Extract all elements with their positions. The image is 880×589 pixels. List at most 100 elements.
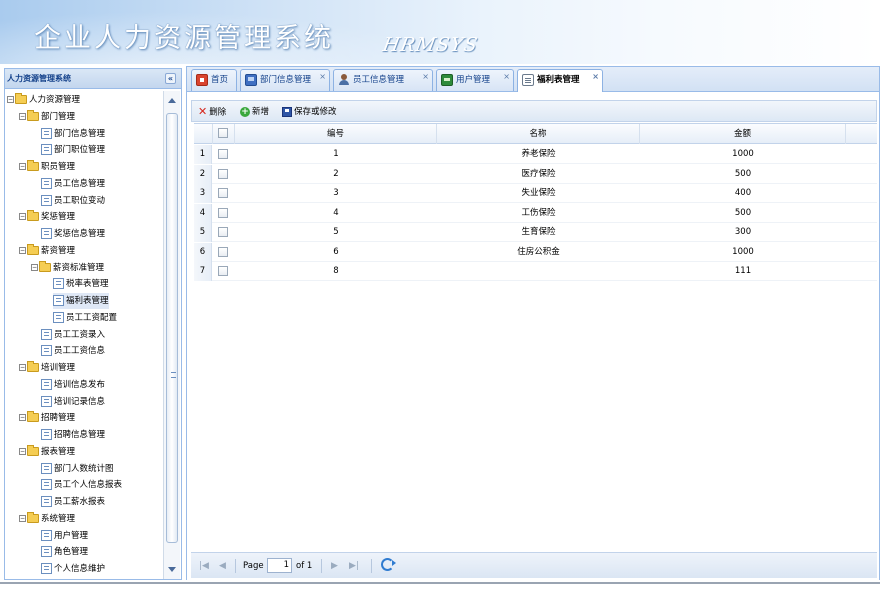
cell-id[interactable]: 8 <box>235 262 437 281</box>
tree-node[interactable]: 员工工资信息 <box>41 343 105 359</box>
table-row[interactable]: 5 5 生育保险 300 <box>194 223 877 242</box>
tree-node[interactable]: − 报表管理 <box>19 444 75 460</box>
close-tab-icon[interactable]: × <box>592 71 599 83</box>
tree-node[interactable]: − 奖惩管理 <box>19 209 75 225</box>
collapse-toggle-icon[interactable]: − <box>19 364 26 371</box>
select-all-checkbox[interactable] <box>218 128 228 138</box>
page-number-input[interactable]: 1 <box>267 558 292 573</box>
tree-node[interactable]: − 系统管理 <box>19 511 75 527</box>
tree-node[interactable]: 培训记录信息 <box>41 394 105 410</box>
tree-node[interactable]: 个人信息维护 <box>41 561 105 577</box>
cell-id[interactable]: 1 <box>235 145 437 164</box>
tree-node[interactable]: 角色管理 <box>41 544 88 560</box>
close-tab-icon[interactable]: × <box>422 71 429 83</box>
scrollbar-thumb[interactable] <box>166 113 178 543</box>
row-checkbox[interactable] <box>218 207 228 218</box>
tree-node[interactable]: 培训信息发布 <box>41 377 105 393</box>
next-page-icon[interactable]: ▶ <box>331 561 338 571</box>
tree-node[interactable]: − 培训管理 <box>19 360 75 376</box>
cell-amount[interactable]: 1000 <box>640 145 846 164</box>
collapse-toggle-icon[interactable]: − <box>31 263 38 271</box>
tree-node[interactable]: 部门人数统计图 <box>41 461 114 477</box>
tree-node[interactable]: 员工工资配置 <box>53 310 117 326</box>
tree-node[interactable]: 员工薪水报表 <box>41 494 105 510</box>
collapse-toggle-icon[interactable]: − <box>19 514 26 522</box>
tree-node[interactable]: 用户管理 <box>41 528 88 544</box>
collapse-toggle-icon[interactable]: − <box>19 112 26 120</box>
tree-node[interactable]: 福利表管理 <box>53 293 109 309</box>
cell-name[interactable]: 住房公积金 <box>437 243 640 262</box>
cell-name[interactable]: 失业保险 <box>437 184 640 203</box>
collapse-panel-button[interactable]: « <box>165 73 176 84</box>
row-checkbox[interactable] <box>218 149 228 159</box>
scroll-up-icon[interactable] <box>168 98 176 103</box>
cell-id[interactable]: 6 <box>235 243 437 262</box>
tree-node[interactable]: 员工信息管理 <box>41 176 105 192</box>
column-header-id[interactable]: 编号 <box>235 124 437 144</box>
collapse-toggle-icon[interactable]: − <box>19 246 26 254</box>
close-tab-icon[interactable]: × <box>319 71 326 83</box>
tab-page-1[interactable]: 部门信息管理 × <box>240 69 330 91</box>
row-checkbox[interactable] <box>218 246 228 257</box>
collapse-toggle-icon[interactable]: − <box>19 414 26 422</box>
tree-node[interactable]: 员工个人信息报表 <box>41 477 122 493</box>
tree-node[interactable]: − 职员管理 <box>19 159 75 175</box>
cell-name[interactable] <box>437 262 640 281</box>
column-header-name[interactable]: 名称 <box>437 124 640 144</box>
collapse-toggle-icon[interactable]: − <box>19 447 26 455</box>
cell-amount[interactable]: 1000 <box>640 243 846 262</box>
row-checkbox[interactable] <box>218 266 228 276</box>
tab-page-2[interactable]: 员工信息管理 × <box>333 69 433 91</box>
table-row[interactable]: 3 3 失业保险 400 <box>194 184 877 203</box>
scroll-down-icon[interactable] <box>168 567 176 572</box>
cell-name[interactable]: 医疗保险 <box>437 165 640 184</box>
first-page-icon[interactable]: |◀ <box>199 561 209 571</box>
row-checkbox[interactable] <box>218 227 228 237</box>
tab-home[interactable]: 首页 <box>191 69 237 91</box>
table-row[interactable]: 7 8 111 <box>194 262 877 281</box>
cell-amount[interactable]: 300 <box>640 223 846 242</box>
cell-name[interactable]: 养老保险 <box>437 145 640 164</box>
tree-node[interactable]: − 人力资源管理 <box>7 92 80 108</box>
add-button[interactable]: + 新增 <box>240 104 269 120</box>
table-row[interactable]: 6 6 住房公积金 1000 <box>194 242 877 262</box>
row-checkbox[interactable] <box>218 188 228 198</box>
cell-name[interactable]: 生育保险 <box>437 223 640 242</box>
delete-button[interactable]: ✕ 删除 <box>198 104 226 120</box>
cell-amount[interactable]: 500 <box>640 165 846 184</box>
table-row[interactable]: 2 2 医疗保险 500 <box>194 164 877 184</box>
tree-node[interactable]: 部门职位管理 <box>41 142 105 158</box>
collapse-toggle-icon[interactable]: − <box>7 96 14 103</box>
previous-page-icon[interactable]: ◀ <box>219 561 226 571</box>
tab-page-4[interactable]: 福利表管理 × <box>517 69 603 93</box>
tree-scrollbar[interactable] <box>163 91 180 579</box>
tab-page-3[interactable]: 用户管理 × <box>436 69 514 91</box>
tree-node[interactable]: 部门信息管理 <box>41 126 105 142</box>
tree-node[interactable]: − 部门管理 <box>19 109 75 125</box>
table-row[interactable]: 4 4 工伤保险 500 <box>194 203 877 223</box>
last-page-icon[interactable]: ▶| <box>349 561 359 571</box>
cell-name[interactable]: 工伤保险 <box>437 204 640 223</box>
tree-node[interactable]: 招聘信息管理 <box>41 427 105 443</box>
column-header-amount[interactable]: 金额 <box>640 124 846 144</box>
tree-node[interactable]: 员工职位变动 <box>41 193 105 209</box>
row-checkbox[interactable] <box>218 168 228 179</box>
table-row[interactable]: 1 1 养老保险 1000 <box>194 145 877 164</box>
cell-amount[interactable]: 111 <box>640 262 846 281</box>
cell-amount[interactable]: 400 <box>640 184 846 203</box>
tree-node[interactable]: 奖惩信息管理 <box>41 226 105 242</box>
tree-node[interactable]: − 薪资标准管理 <box>31 260 104 276</box>
cell-amount[interactable]: 500 <box>640 204 846 223</box>
tree-node[interactable]: − 招聘管理 <box>19 410 75 426</box>
tree-node[interactable]: − 薪资管理 <box>19 243 75 259</box>
cell-id[interactable]: 3 <box>235 184 437 203</box>
refresh-icon[interactable] <box>381 558 396 571</box>
tree-node[interactable]: 税率表管理 <box>53 276 109 292</box>
cell-id[interactable]: 5 <box>235 223 437 242</box>
cell-id[interactable]: 4 <box>235 204 437 223</box>
collapse-toggle-icon[interactable]: − <box>19 213 26 221</box>
collapse-toggle-icon[interactable]: − <box>19 163 26 170</box>
cell-id[interactable]: 2 <box>235 165 437 184</box>
save-button[interactable]: 保存或修改 <box>282 104 337 120</box>
tree-node[interactable]: 员工工资录入 <box>41 327 105 343</box>
